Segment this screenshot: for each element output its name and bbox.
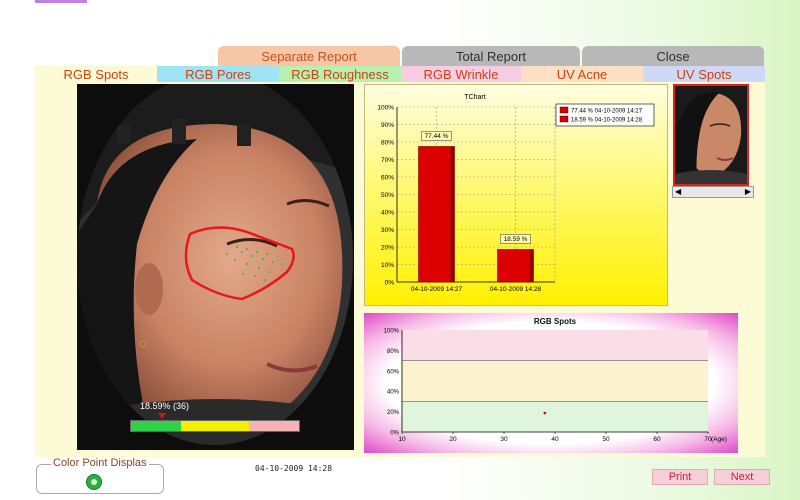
scatter-x-tick-label: 60 [653, 436, 661, 443]
scatter-chart-title: RGB Spots [534, 317, 577, 326]
severity-scale-bar [130, 420, 300, 432]
scatter-x-axis-label: (Age) [711, 436, 727, 443]
bar-y-tick-label: 50% [381, 192, 394, 199]
subtab-uv-acne[interactable]: UV Acne [521, 66, 643, 82]
bar-y-tick-label: 80% [381, 140, 394, 147]
subtab-rgb-wrinkle[interactable]: RGB Wrinkle [401, 66, 521, 82]
bar-y-tick-label: 90% [381, 122, 394, 129]
scatter-y-tick-label: 100% [384, 329, 400, 335]
next-button[interactable]: Next [714, 469, 770, 485]
color-point-display: Color Point Displas [36, 457, 164, 494]
bar-legend-swatch [559, 115, 569, 123]
bar-y-tick-label: 30% [381, 227, 394, 234]
thumbnail-scrollbar[interactable]: ◀ ▶ [672, 186, 754, 198]
scatter-x-tick-label: 20 [449, 436, 457, 443]
analysis-tab-bar: RGB Spots RGB Pores RGB Roughness RGB Wr… [35, 66, 765, 82]
subtab-rgb-spots[interactable]: RGB Spots [35, 66, 157, 82]
color-point-toggle[interactable] [86, 474, 102, 490]
bar-y-tick-label: 60% [381, 175, 394, 182]
bar-shadow [450, 146, 455, 282]
scatter-x-tick-label: 40 [551, 436, 559, 443]
capture-timestamp: 04-10-2009 14:28 [255, 464, 333, 473]
scatter-y-tick-label: 20% [387, 410, 400, 416]
subtab-rgb-roughness[interactable]: RGB Roughness [279, 66, 401, 82]
tab-close[interactable]: Close [582, 46, 764, 66]
scatter-y-tick-label: 60% [387, 369, 400, 375]
bar-y-tick-label: 10% [381, 262, 394, 269]
scatter-point [543, 411, 547, 415]
bar [497, 249, 534, 283]
bar-legend-swatch [559, 106, 569, 114]
bar-legend-label: 18.59 % 04-10-2009 14:28 [571, 118, 643, 124]
tab-separate-report[interactable]: Separate Report [218, 46, 400, 66]
subtab-uv-spots[interactable]: UV Spots [643, 66, 765, 82]
scroll-right-arrow-icon[interactable]: ▶ [745, 187, 751, 197]
history-bar-chart: TChart 0% 10% 20% 30% 40% 50% 60% 70% 80% 90% 100% 7… [364, 84, 668, 306]
bar-y-tick-label: 20% [381, 245, 394, 252]
bar-y-tick-label: 100% [377, 105, 394, 112]
scale-marker-icon [158, 413, 166, 419]
bar [418, 146, 455, 283]
scatter-x-tick-label: 10 [398, 436, 406, 443]
bar-shadow [529, 249, 534, 282]
tab-total-report[interactable]: Total Report [402, 46, 580, 66]
top-accent-stripe [35, 0, 87, 3]
print-button[interactable]: Print [652, 469, 708, 485]
scatter-band [402, 401, 708, 432]
bar-value-label: 77.44 % [425, 133, 449, 140]
scatter-band [402, 360, 708, 402]
scatter-x-tick-label: 30 [500, 436, 508, 443]
main-tab-bar: Separate Report Total Report Close [0, 46, 800, 66]
color-point-display-title: Color Point Displas [51, 457, 149, 469]
scatter-x-tick-label: 50 [602, 436, 610, 443]
scatter-band [402, 330, 708, 361]
age-scatter-chart: RGB Spots 0% 20% 40% 60% 80% 100% 10 20 30 40 50 60 7… [364, 313, 738, 453]
spot-percentage-readout: 18.59% (36) [140, 401, 190, 411]
bar-value-label: 18.59 % [504, 236, 528, 243]
scatter-y-tick-label: 80% [387, 349, 400, 355]
bar-legend-label: 77.44 % 04-10-2009 14:27 [571, 109, 643, 115]
subtab-rgb-pores[interactable]: RGB Pores [157, 66, 279, 82]
bar-x-tick-label: 04-10-2009 14:27 [411, 286, 463, 293]
bar-chart-title: TChart [464, 94, 485, 101]
bar-x-tick-label: 04-10-2009 14:28 [490, 286, 542, 293]
bar-y-tick-label: 40% [381, 210, 394, 217]
bar-y-tick-label: 70% [381, 157, 394, 164]
scroll-left-arrow-icon[interactable]: ◀ [675, 187, 681, 197]
scatter-y-tick-label: 40% [387, 390, 400, 396]
bar-y-tick-label: 0% [385, 280, 395, 287]
face-analysis-image [77, 84, 354, 450]
face-thumbnail[interactable] [673, 84, 749, 186]
